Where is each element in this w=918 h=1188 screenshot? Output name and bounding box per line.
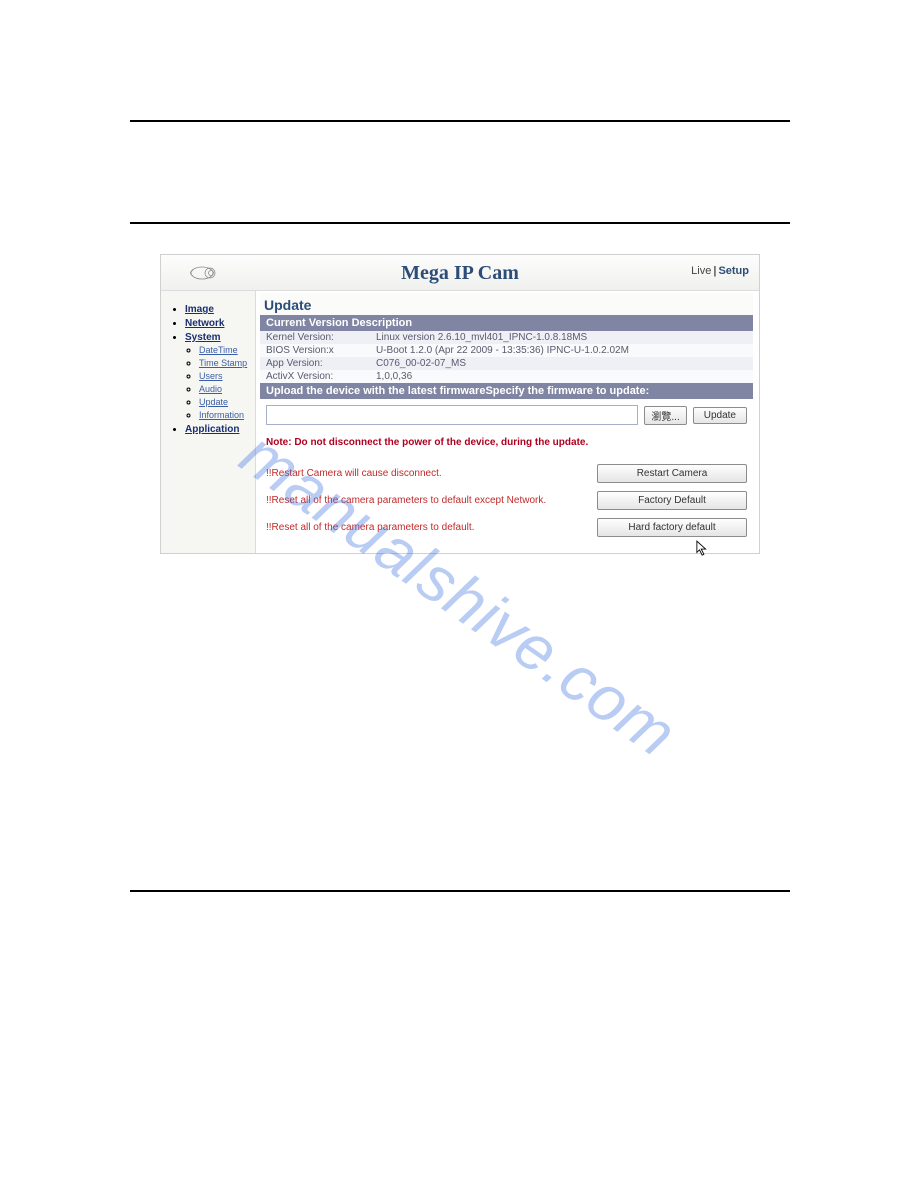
kv-key: BIOS Version:x	[266, 345, 376, 356]
sidebar-item-image[interactable]: Image	[185, 304, 251, 315]
sidebar-sub-label: Audio	[199, 384, 222, 394]
kv-row: App Version: C076_00-02-07_MS	[260, 357, 753, 370]
sidebar-sub-information[interactable]: Information	[199, 410, 251, 421]
sidebar-sub-timestamp[interactable]: Time Stamp	[199, 358, 251, 369]
sidebar-item-network[interactable]: Network	[185, 318, 251, 329]
sidebar: Image Network System DateTime Time Stamp…	[161, 291, 256, 553]
camera-logo-icon	[187, 263, 229, 283]
kv-value: C076_00-02-07_MS	[376, 358, 747, 369]
tab-setup[interactable]: Setup	[718, 265, 749, 277]
sidebar-sub-users[interactable]: Users	[199, 371, 251, 382]
tab-live[interactable]: Live	[691, 265, 711, 277]
warning-note: Note: Do not disconnect the power of the…	[260, 431, 753, 450]
sidebar-sub-label: Users	[199, 371, 223, 381]
app-title: Mega IP Cam	[161, 255, 759, 291]
sidebar-item-application[interactable]: Application	[185, 424, 251, 435]
firmware-path-input[interactable]	[266, 405, 638, 425]
hard-factory-default-button[interactable]: Hard factory default	[597, 518, 747, 537]
horizontal-rule	[130, 890, 790, 892]
sidebar-sub-datetime[interactable]: DateTime	[199, 345, 251, 356]
kv-row: Kernel Version: Linux version 2.6.10_mvl…	[260, 331, 753, 344]
sidebar-sub-update[interactable]: Update	[199, 397, 251, 408]
kv-key: ActivX Version:	[266, 371, 376, 382]
section-current-version: Current Version Description	[260, 315, 753, 331]
update-button[interactable]: Update	[693, 407, 747, 424]
browse-button[interactable]: 瀏覽...	[644, 406, 686, 425]
kv-value: 1,0,0,36	[376, 371, 747, 382]
page-title: Update	[260, 293, 753, 315]
sidebar-sub-label: DateTime	[199, 345, 238, 355]
main-content: Update Current Version Description Kerne…	[256, 291, 759, 553]
sidebar-sub-audio[interactable]: Audio	[199, 384, 251, 395]
horizontal-rule	[130, 120, 790, 122]
section-upload-firmware: Upload the device with the latest firmwa…	[260, 383, 753, 399]
action-row-hard-factory-default: !!Reset all of the camera parameters to …	[260, 514, 753, 541]
upload-row: 瀏覽... Update	[260, 399, 753, 431]
kv-key: Kernel Version:	[266, 332, 376, 343]
sidebar-item-label: System	[185, 332, 221, 343]
kv-value: U-Boot 1.2.0 (Apr 22 2009 - 13:35:36) IP…	[376, 345, 747, 356]
action-message: !!Restart Camera will cause disconnect.	[266, 468, 589, 479]
sidebar-sub-label: Time Stamp	[199, 358, 247, 368]
kv-row: ActivX Version: 1,0,0,36	[260, 370, 753, 383]
horizontal-rule	[130, 222, 790, 224]
sidebar-sub-label: Information	[199, 410, 244, 420]
sidebar-item-label: Network	[185, 318, 224, 329]
action-row-factory-default: !!Reset all of the camera parameters to …	[260, 487, 753, 514]
header-tabs: Live|Setup	[691, 265, 749, 277]
action-row-restart: !!Restart Camera will cause disconnect. …	[260, 460, 753, 487]
restart-camera-button[interactable]: Restart Camera	[597, 464, 747, 483]
action-message: !!Reset all of the camera parameters to …	[266, 522, 589, 533]
kv-value: Linux version 2.6.10_mvl401_IPNC-1.0.8.1…	[376, 332, 747, 343]
sidebar-item-system[interactable]: System DateTime Time Stamp Users Audio U…	[185, 332, 251, 421]
sidebar-item-label: Application	[185, 424, 239, 435]
factory-default-button[interactable]: Factory Default	[597, 491, 747, 510]
action-message: !!Reset all of the camera parameters to …	[266, 495, 589, 506]
app-header: Mega IP Cam Live|Setup	[161, 255, 759, 291]
kv-key: App Version:	[266, 358, 376, 369]
sidebar-item-label: Image	[185, 304, 214, 315]
sidebar-sub-label: Update	[199, 397, 228, 407]
kv-row: BIOS Version:x U-Boot 1.2.0 (Apr 22 2009…	[260, 344, 753, 357]
app-panel: Mega IP Cam Live|Setup Image Network Sys…	[160, 254, 760, 554]
